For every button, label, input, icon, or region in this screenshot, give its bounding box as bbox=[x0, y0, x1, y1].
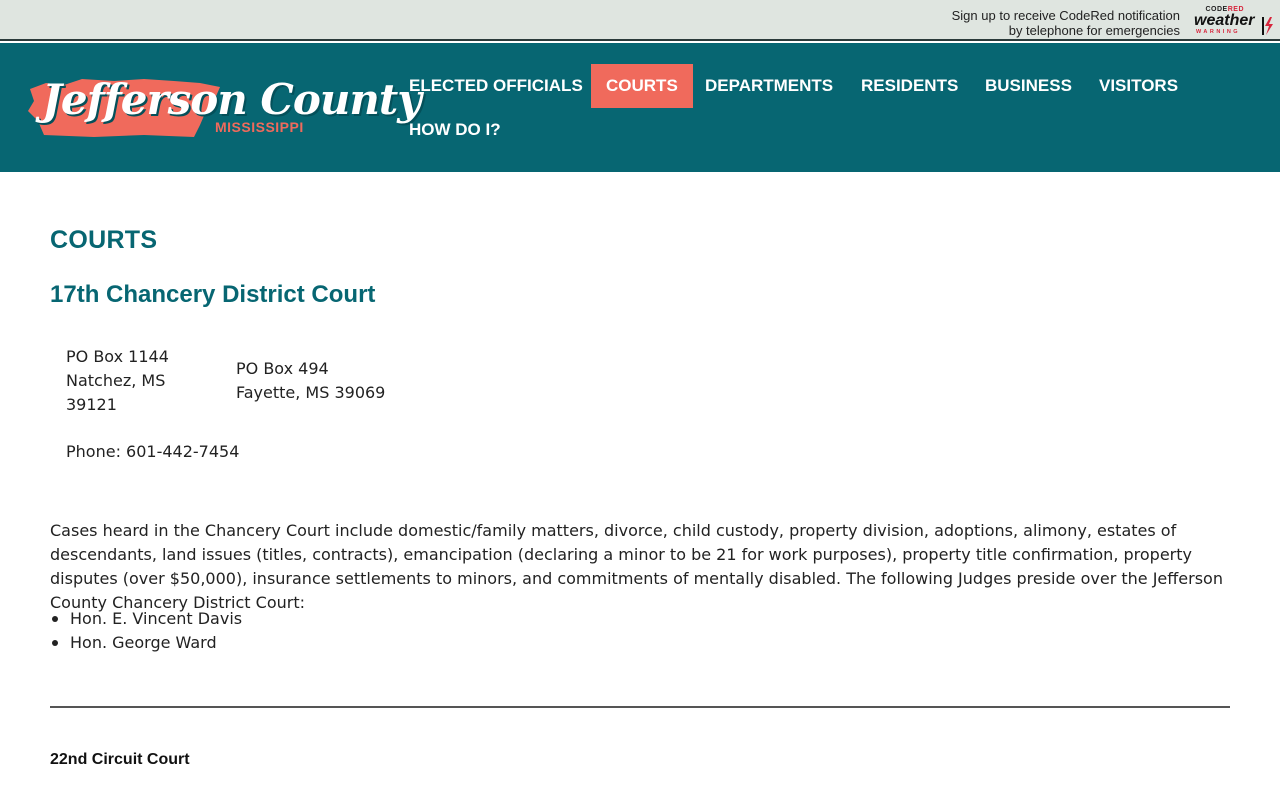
list-item: Hon. E. Vincent Davis bbox=[50, 607, 242, 631]
nav-how-do-i[interactable]: HOW DO I? bbox=[394, 108, 516, 152]
section-divider bbox=[50, 706, 1230, 708]
address-line: PO Box 494 bbox=[236, 359, 329, 378]
codered-logo-sub: WARNING bbox=[1196, 29, 1241, 35]
site-header: Jefferson County MISSISSIPPI ELECTED OFF… bbox=[0, 43, 1280, 172]
address-line: PO Box 1144 bbox=[66, 347, 169, 366]
county-logo[interactable]: Jefferson County MISSISSIPPI bbox=[24, 73, 422, 143]
county-name: Jefferson County bbox=[42, 75, 422, 124]
top-alert-bar: Sign up to receive CodeRed notification … bbox=[0, 0, 1280, 41]
nav-courts[interactable]: COURTS bbox=[591, 64, 693, 108]
address-fayette: PO Box 494 Fayette, MS 39069 bbox=[236, 357, 436, 405]
court-title-chancery: 17th Chancery District Court bbox=[50, 281, 376, 308]
codered-signup-text[interactable]: Sign up to receive CodeRed notification … bbox=[952, 8, 1180, 38]
codered-weather-logo[interactable]: CODERED weather WARNING bbox=[1190, 6, 1274, 36]
judges-list: Hon. E. Vincent Davis Hon. George Ward bbox=[50, 607, 242, 655]
court-title-circuit: 22nd Circuit Court bbox=[50, 751, 190, 768]
codered-line-2[interactable]: by telephone for emergencies bbox=[952, 23, 1180, 38]
page-title: COURTS bbox=[50, 226, 158, 254]
court-description: Cases heard in the Chancery Court includ… bbox=[50, 521, 1223, 612]
address-line: Natchez, MS bbox=[66, 371, 166, 390]
address-line: Fayette, MS 39069 bbox=[236, 383, 386, 402]
codered-logo-main: weather bbox=[1194, 12, 1255, 29]
address-line: 39121 bbox=[66, 395, 117, 414]
codered-line-1[interactable]: Sign up to receive CodeRed notification bbox=[952, 8, 1180, 23]
list-item: Hon. George Ward bbox=[50, 631, 242, 655]
nav-elected-officials[interactable]: ELECTED OFFICIALS bbox=[394, 64, 598, 108]
nav-departments[interactable]: DEPARTMENTS bbox=[690, 64, 848, 108]
nav-business[interactable]: BUSINESS bbox=[970, 64, 1087, 108]
court-phone: Phone: 601-442-7454 bbox=[66, 442, 240, 461]
state-name: MISSISSIPPI bbox=[215, 119, 304, 135]
nav-residents[interactable]: RESIDENTS bbox=[846, 64, 973, 108]
address-natchez: PO Box 1144 Natchez, MS 39121 bbox=[66, 345, 216, 417]
lightning-icon bbox=[1262, 17, 1273, 35]
nav-visitors[interactable]: VISITORS bbox=[1084, 64, 1193, 108]
